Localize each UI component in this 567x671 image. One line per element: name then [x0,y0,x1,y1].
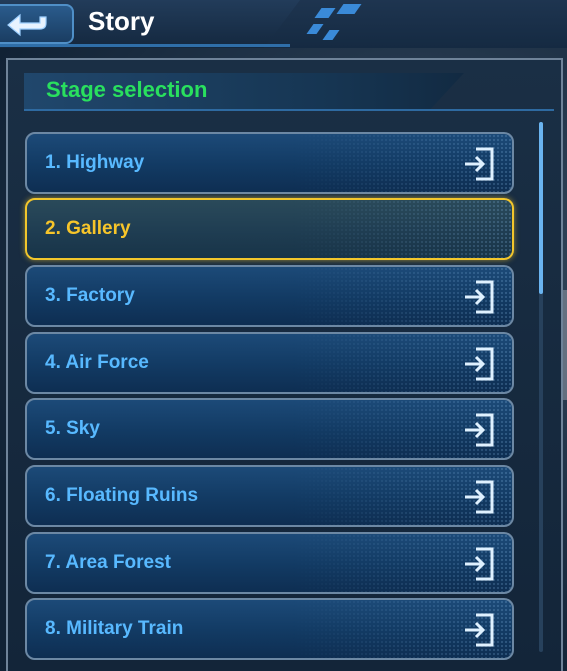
stage-item-highway[interactable]: 1. Highway [25,132,514,194]
header-decoration [314,8,336,18]
header-edge-line [0,44,290,47]
top-bar: Story [0,0,567,48]
stage-item-floating-ruins[interactable]: 6. Floating Ruins [25,465,514,527]
stage-label: 5. Sky [45,418,100,439]
stage-item-sky[interactable]: 5. Sky [25,398,514,460]
stage-label: 1. Highway [45,152,145,173]
stage-item-gallery[interactable]: 2. Gallery [25,198,514,260]
enter-icon [465,613,494,647]
stage-label: 3. Factory [45,285,135,306]
stage-label: 4. Air Force [45,352,149,373]
enter-icon [465,547,494,581]
back-button[interactable] [0,4,74,44]
enter-icon [465,347,494,381]
stage-label: 8. Military Train [45,618,184,639]
stage-label: 2. Gallery [45,218,131,239]
page-title: Story [88,6,155,36]
enter-icon [465,413,494,447]
enter-icon [465,480,494,514]
back-arrow-icon [7,13,47,37]
stage-label: 7. Area Forest [45,552,172,573]
header-decoration [322,30,340,40]
header-decoration [336,4,362,14]
stage-label: 6. Floating Ruins [45,485,199,506]
enter-icon [465,280,494,314]
enter-icon [465,147,494,181]
stage-item-military-train[interactable]: 8. Military Train [25,598,514,660]
section-title: Stage selection [46,77,208,102]
scrollbar-thumb[interactable] [539,122,543,294]
stage-item-factory[interactable]: 3. Factory [25,265,514,327]
stage-item-air-force[interactable]: 4. Air Force [25,332,514,394]
stage-item-area-forest[interactable]: 7. Area Forest [25,532,514,594]
header-decoration [306,24,324,34]
section-divider [24,109,554,111]
